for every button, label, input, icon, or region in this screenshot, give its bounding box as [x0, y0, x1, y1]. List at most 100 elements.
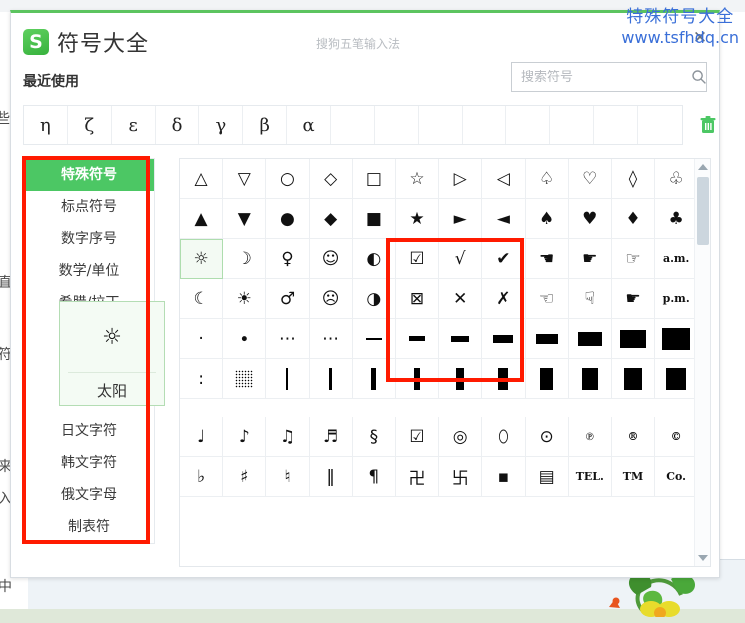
recent-symbol-cell[interactable]: [419, 106, 463, 144]
symbol-cell[interactable]: ✔: [482, 239, 526, 279]
symbol-cell[interactable]: ◐: [352, 239, 396, 279]
symbol-cell[interactable]: ▲: [180, 199, 224, 239]
symbol-cell[interactable]: [655, 319, 694, 359]
symbol-cell[interactable]: ♧: [655, 159, 694, 199]
symbol-cell[interactable]: ✗: [482, 279, 526, 319]
symbol-cell[interactable]: ¶: [352, 457, 396, 497]
symbol-cell[interactable]: [525, 319, 569, 359]
symbol-cell[interactable]: [352, 319, 396, 359]
symbol-cell[interactable]: p.m.: [655, 279, 694, 319]
symbol-cell[interactable]: ►: [439, 199, 483, 239]
recent-symbol-cell[interactable]: ε: [112, 106, 156, 144]
vertical-scrollbar[interactable]: [694, 159, 710, 566]
symbol-cell[interactable]: ▷: [439, 159, 483, 199]
search-input[interactable]: [521, 69, 691, 85]
symbol-cell[interactable]: [395, 319, 440, 359]
recent-symbol-cell[interactable]: [331, 106, 375, 144]
symbol-cell[interactable]: ☽: [223, 239, 267, 279]
symbol-cell[interactable]: ♀: [266, 239, 310, 279]
symbol-cell[interactable]: ⊠: [395, 279, 440, 319]
recent-symbol-cell[interactable]: [375, 106, 419, 144]
symbol-cell[interactable]: ®: [611, 417, 656, 457]
symbol-cell[interactable]: [223, 359, 267, 399]
symbol-cell[interactable]: [395, 359, 440, 399]
symbol-cell[interactable]: ▤: [525, 457, 569, 497]
symbol-cell[interactable]: [655, 359, 694, 399]
symbol-cell[interactable]: ☟: [568, 279, 612, 319]
symbol-cell[interactable]: ♬: [309, 417, 353, 457]
sidebar-item-0[interactable]: 特殊符号: [24, 159, 154, 191]
symbol-cell[interactable]: ·: [180, 319, 224, 359]
scrollbar-thumb[interactable]: [697, 177, 709, 245]
symbol-cell[interactable]: ★: [395, 199, 440, 239]
symbol-cell[interactable]: [309, 359, 353, 399]
symbol-cell[interactable]: :: [180, 359, 224, 399]
search-icon[interactable]: [691, 69, 707, 85]
symbol-cell[interactable]: TM: [611, 457, 656, 497]
symbol-cell[interactable]: ☀: [223, 279, 267, 319]
symbol-cell[interactable]: [611, 319, 656, 359]
sidebar-item-2[interactable]: 数字序号: [24, 223, 154, 255]
recent-symbols-row[interactable]: ηζεδγβα: [23, 105, 683, 145]
symbol-cell[interactable]: ☹: [309, 279, 353, 319]
symbol-cell[interactable]: ☛: [568, 239, 612, 279]
symbol-cell[interactable]: ♯: [223, 457, 267, 497]
symbol-cell[interactable]: 卍: [395, 457, 440, 497]
symbol-cell[interactable]: ◎: [439, 417, 483, 457]
scroll-up-button[interactable]: [695, 159, 710, 175]
symbol-cell[interactable]: [568, 359, 612, 399]
symbol-cell[interactable]: □: [352, 159, 396, 199]
symbol-cell[interactable]: ♦: [611, 199, 656, 239]
symbol-cell[interactable]: ☑: [395, 239, 440, 279]
symbol-cell[interactable]: §: [352, 417, 396, 457]
symbol-cell[interactable]: √: [439, 239, 483, 279]
recent-symbol-cell[interactable]: [463, 106, 507, 144]
recent-symbol-cell[interactable]: [594, 106, 639, 144]
sidebar-item-11[interactable]: 制表符: [24, 511, 154, 543]
symbol-cell[interactable]: ☑: [395, 417, 440, 457]
symbol-cell[interactable]: ☞: [611, 239, 656, 279]
symbol-cell[interactable]: [611, 359, 656, 399]
sidebar-item-8[interactable]: 日文字符: [24, 415, 154, 447]
symbol-cell[interactable]: ☼: [180, 239, 224, 279]
recent-symbol-cell[interactable]: ζ: [68, 106, 112, 144]
symbol-cell[interactable]: ⬯: [482, 417, 526, 457]
symbol-cell[interactable]: ∙: [223, 319, 267, 359]
search-box[interactable]: [511, 62, 707, 92]
symbol-cell[interactable]: ☚: [525, 239, 569, 279]
symbol-cell[interactable]: ▽: [223, 159, 267, 199]
symbol-cell[interactable]: [525, 359, 569, 399]
symbol-cell[interactable]: ◑: [352, 279, 396, 319]
symbol-cell[interactable]: ©: [655, 417, 694, 457]
recent-symbol-cell[interactable]: γ: [199, 106, 244, 144]
symbol-cell[interactable]: ○: [266, 159, 310, 199]
symbol-cell[interactable]: ☛: [611, 279, 656, 319]
symbol-cell[interactable]: ✕: [439, 279, 483, 319]
symbol-cell[interactable]: ♡: [568, 159, 612, 199]
symbol-cell[interactable]: ☺: [309, 239, 353, 279]
symbol-cell[interactable]: ☆: [395, 159, 440, 199]
recent-symbol-cell[interactable]: [550, 106, 595, 144]
symbol-cell[interactable]: ♪: [223, 417, 267, 457]
symbol-cell[interactable]: ℗: [568, 417, 612, 457]
symbol-cell[interactable]: ◊: [611, 159, 656, 199]
symbol-cell[interactable]: ●: [266, 199, 310, 239]
scroll-down-button[interactable]: [695, 550, 710, 566]
symbol-cell[interactable]: ♥: [568, 199, 612, 239]
symbol-cell[interactable]: ♫: [266, 417, 310, 457]
recent-symbol-cell[interactable]: β: [243, 106, 288, 144]
symbol-cell[interactable]: ☾: [180, 279, 224, 319]
recent-symbol-cell[interactable]: α: [287, 106, 332, 144]
recent-symbol-cell[interactable]: δ: [156, 106, 200, 144]
symbol-cell[interactable]: [352, 359, 396, 399]
symbol-cell[interactable]: [568, 319, 612, 359]
sidebar-item-9[interactable]: 韩文字符: [24, 447, 154, 479]
trash-icon[interactable]: [699, 115, 717, 135]
symbol-cell[interactable]: ▼: [223, 199, 267, 239]
recent-symbol-cell[interactable]: η: [24, 106, 68, 144]
close-icon[interactable]: ✕: [691, 29, 709, 47]
symbol-cell[interactable]: ♮: [266, 457, 310, 497]
symbol-cell[interactable]: ♂: [266, 279, 310, 319]
symbol-cell[interactable]: a.m.: [655, 239, 694, 279]
symbol-cell[interactable]: ♤: [525, 159, 569, 199]
